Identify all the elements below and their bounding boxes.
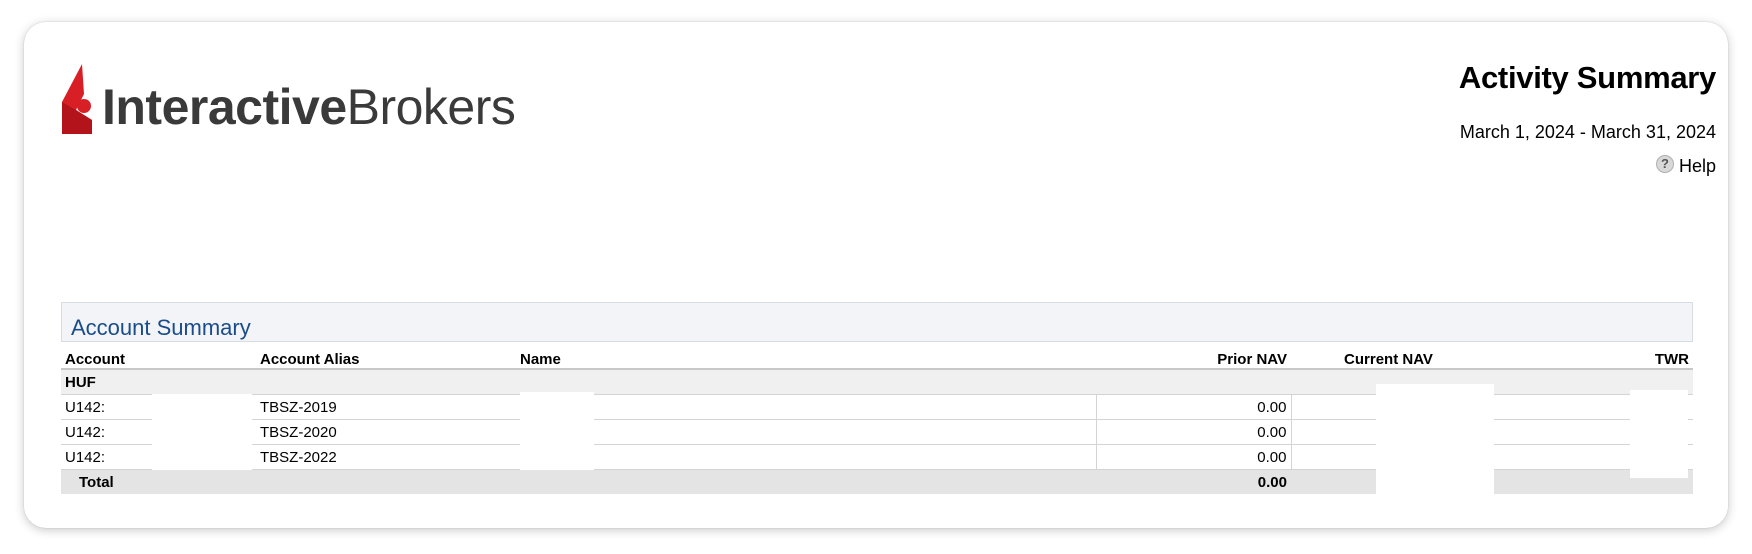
prior-nav-cell: 0.00 [1096, 444, 1292, 470]
redaction-twr [1630, 390, 1688, 478]
account-alias-cell: TBSZ-2020 [256, 419, 516, 445]
help-label[interactable]: Help [1679, 156, 1716, 177]
ib-flame-icon [62, 64, 92, 134]
section-title: Account Summary [71, 315, 251, 340]
interactive-brokers-logo: InteractiveBrokers [62, 58, 516, 135]
logo-word-bold: Interactive [102, 79, 347, 135]
logo-wordmark: InteractiveBrokers [102, 79, 516, 135]
name-cell [516, 444, 1097, 470]
help-link[interactable]: ? Help [1655, 154, 1716, 177]
redaction-account-ids [152, 394, 252, 470]
account-alias-cell: TBSZ-2019 [256, 394, 516, 420]
report-title: Activity Summary [1458, 60, 1716, 95]
column-header-account-alias: Account Alias [256, 346, 516, 370]
report-period: March 1, 2024 - March 31, 2024 [1459, 122, 1716, 142]
logo-word-regular: Brokers [346, 79, 516, 135]
column-header-current-nav: Current NAV [1291, 346, 1486, 370]
account-alias-cell: TBSZ-2022 [256, 444, 516, 470]
name-cell [516, 419, 1097, 445]
prior-nav-cell: 0.00 [1096, 394, 1292, 420]
total-prior-nav: 0.00 [1096, 469, 1291, 494]
redaction-current-nav [1376, 384, 1494, 494]
table-header-row: Account Account Alias Name Prior NAV Cur… [61, 346, 1693, 370]
column-header-account: Account [61, 346, 256, 370]
column-header-twr: TWR [1486, 346, 1693, 370]
name-cell [516, 394, 1097, 420]
total-label: Total [61, 469, 1096, 494]
account-summary-header[interactable]: Account Summary [61, 302, 1693, 342]
help-icon[interactable]: ? [1655, 154, 1674, 173]
column-header-name: Name [516, 346, 1096, 370]
column-header-prior-nav: Prior NAV [1096, 346, 1291, 370]
redaction-names [520, 392, 594, 470]
prior-nav-cell: 0.00 [1096, 419, 1292, 445]
